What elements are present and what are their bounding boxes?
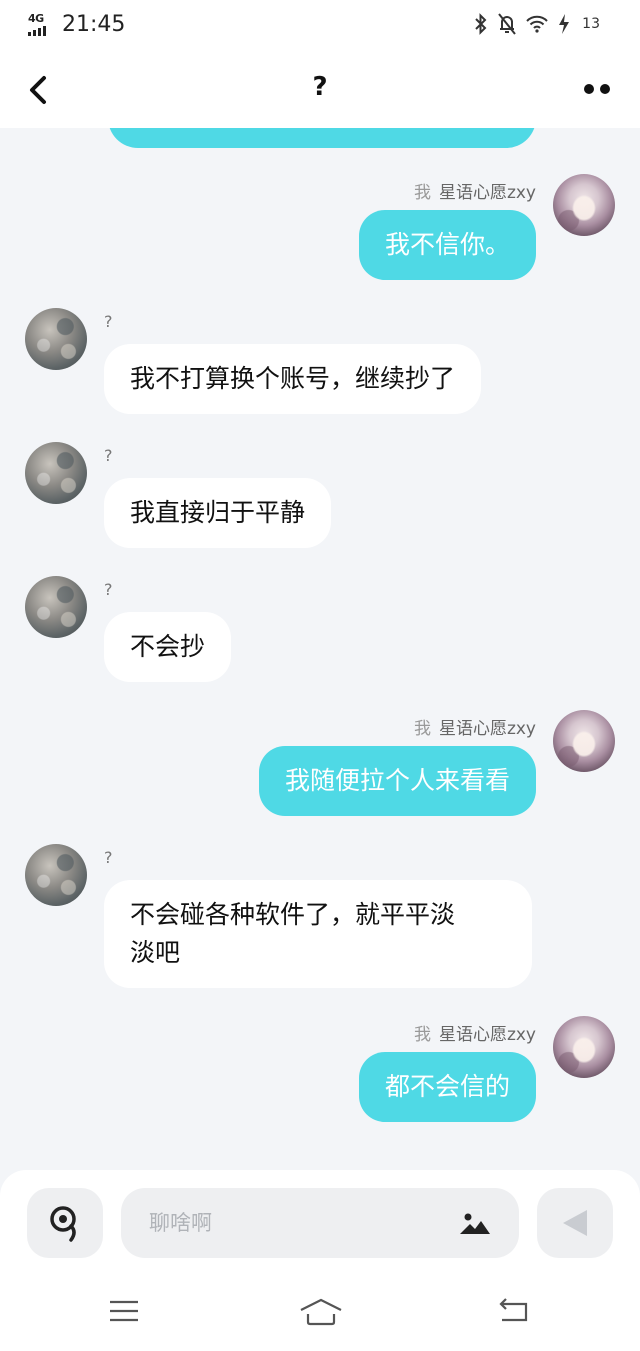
nav-home-button[interactable] bbox=[298, 1296, 344, 1330]
sender-name: 我星语心愿zxy bbox=[413, 1025, 536, 1045]
sender-name: ? bbox=[104, 848, 113, 867]
send-icon bbox=[563, 1210, 587, 1236]
sender-name: 我星语心愿zxy bbox=[413, 719, 536, 739]
voice-button[interactable] bbox=[27, 1188, 103, 1258]
battery-level: 13 bbox=[582, 16, 600, 32]
sender-name: 我星语心愿zxy bbox=[413, 183, 536, 203]
avatar[interactable] bbox=[553, 710, 615, 772]
message-bubble[interactable]: 不会碰各种软件了，就平平淡 淡吧 bbox=[104, 880, 532, 988]
image-button[interactable] bbox=[459, 1210, 491, 1236]
bell-off-icon bbox=[498, 13, 516, 35]
me-tag: 我 bbox=[413, 183, 431, 203]
avatar[interactable] bbox=[553, 174, 615, 236]
system-nav-bar bbox=[0, 1280, 640, 1351]
network-type: 4G bbox=[28, 12, 44, 25]
menu-icon bbox=[110, 1300, 138, 1322]
home-icon bbox=[300, 1298, 342, 1326]
status-icons: 13 bbox=[474, 13, 600, 35]
composer-bar bbox=[0, 1170, 640, 1280]
me-tag: 我 bbox=[413, 1025, 431, 1045]
chat-header: ? bbox=[0, 52, 640, 128]
sender-name: ? bbox=[104, 312, 113, 331]
nav-menu-button[interactable] bbox=[106, 1296, 146, 1330]
message-bubble[interactable]: 都不会信的 bbox=[358, 1052, 536, 1122]
message-bubble[interactable]: 我不信你。 bbox=[358, 210, 536, 280]
more-options-button[interactable] bbox=[584, 84, 614, 96]
message-bubble[interactable]: 我随便拉个人来看看 bbox=[258, 746, 536, 816]
status-bar: 4G 21:45 13 bbox=[0, 0, 640, 52]
wifi-icon bbox=[526, 15, 548, 33]
sender-name: ? bbox=[104, 580, 113, 599]
message-input[interactable] bbox=[149, 1211, 449, 1235]
avatar[interactable] bbox=[25, 844, 87, 906]
me-tag: 我 bbox=[413, 719, 431, 739]
avatar[interactable] bbox=[25, 576, 87, 638]
partial-message-bubble bbox=[108, 128, 536, 148]
status-time: 21:45 bbox=[62, 12, 126, 37]
charging-icon bbox=[559, 14, 570, 34]
send-button[interactable] bbox=[537, 1188, 613, 1258]
bluetooth-icon bbox=[475, 13, 487, 35]
signal-bars-icon bbox=[28, 26, 46, 36]
message-bubble[interactable]: 我直接归于平静 bbox=[104, 478, 332, 548]
avatar[interactable] bbox=[25, 308, 87, 370]
avatar[interactable] bbox=[25, 442, 87, 504]
chat-title: ? bbox=[312, 72, 328, 102]
message-list[interactable]: 我星语心愿zxy 我不信你。 ? 我不打算换个账号，继续抄了 ? 我直接归于平静… bbox=[0, 128, 640, 1170]
voice-icon bbox=[50, 1206, 76, 1242]
image-icon bbox=[460, 1213, 490, 1234]
message-input-wrapper bbox=[121, 1188, 519, 1258]
message-bubble[interactable]: 不会抄 bbox=[104, 612, 232, 682]
more-dots-icon bbox=[584, 84, 594, 94]
message-bubble[interactable]: 我不打算换个账号，继续抄了 bbox=[104, 344, 482, 414]
sender-name: ? bbox=[104, 446, 113, 465]
avatar[interactable] bbox=[553, 1016, 615, 1078]
back-icon bbox=[499, 1298, 528, 1322]
signal-indicator: 4G bbox=[28, 12, 56, 36]
nav-back-button[interactable] bbox=[496, 1296, 536, 1330]
